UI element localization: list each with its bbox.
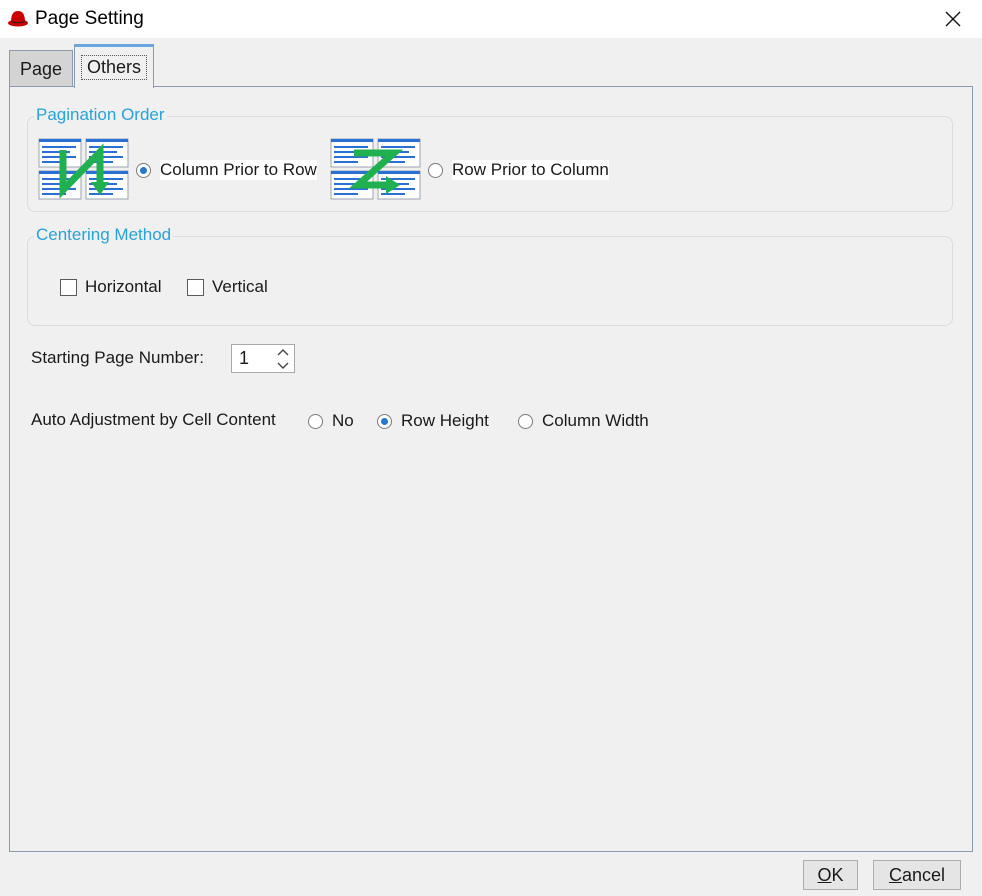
column-prior-to-row-option[interactable]: Column Prior to Row — [136, 160, 317, 180]
auto-adjust-no-option[interactable]: No — [308, 411, 354, 431]
starting-page-spinner[interactable]: 1 — [231, 344, 295, 373]
tab-page[interactable]: Page — [9, 50, 73, 88]
auto-adjust-no-radio[interactable] — [308, 413, 323, 429]
column-prior-to-row-icon — [38, 138, 129, 200]
chevron-up-icon — [277, 348, 289, 355]
auto-adjust-column-width-label: Column Width — [542, 411, 649, 430]
row-prior-to-column-label: Row Prior to Column — [452, 160, 609, 180]
centering-method-group — [27, 236, 953, 326]
cancel-label-rest: ancel — [901, 864, 946, 885]
centering-method-title: Centering Method — [34, 225, 174, 245]
starting-page-label: Starting Page Number: — [31, 348, 204, 367]
tab-page-label: Page — [19, 59, 63, 79]
horizontal-label: Horizontal — [85, 277, 162, 296]
cancel-button[interactable]: Cancel — [873, 860, 961, 890]
vertical-label: Vertical — [212, 277, 268, 296]
auto-adjust-no-label: No — [332, 411, 354, 430]
window-title: Page Setting — [35, 8, 144, 29]
pagination-order-title: Pagination Order — [34, 105, 167, 125]
auto-adjust-column-width-radio[interactable] — [518, 413, 533, 429]
spinner-up-button[interactable] — [272, 345, 294, 359]
chevron-down-icon — [277, 362, 289, 369]
tab-others[interactable]: Others — [74, 44, 154, 88]
redhat-logo-icon — [8, 11, 28, 27]
auto-adjust-column-width-option[interactable]: Column Width — [518, 411, 649, 431]
close-icon — [945, 11, 961, 27]
row-prior-to-column-icon — [330, 138, 421, 200]
vertical-checkbox[interactable] — [187, 278, 204, 296]
ok-mnemonic: O — [817, 864, 832, 885]
column-prior-to-row-label: Column Prior to Row — [160, 160, 317, 180]
starting-page-value[interactable]: 1 — [239, 348, 249, 369]
auto-adjust-row-height-option[interactable]: Row Height — [377, 411, 489, 431]
row-prior-to-column-option[interactable]: Row Prior to Column — [428, 160, 609, 180]
column-prior-to-row-radio[interactable] — [136, 162, 151, 178]
ok-label-rest: K — [831, 864, 844, 885]
vertical-option[interactable]: Vertical — [187, 277, 268, 297]
horizontal-option[interactable]: Horizontal — [60, 277, 162, 297]
row-prior-to-column-radio[interactable] — [428, 162, 443, 178]
spinner-down-button[interactable] — [272, 358, 294, 372]
auto-adjust-label: Auto Adjustment by Cell Content — [31, 410, 276, 429]
close-button[interactable] — [924, 0, 982, 38]
auto-adjust-row-height-radio[interactable] — [377, 413, 392, 429]
cancel-mnemonic: C — [888, 864, 902, 885]
auto-adjust-row-height-label: Row Height — [401, 411, 489, 430]
title-bar: Page Setting — [0, 0, 982, 38]
tab-others-label: Others — [80, 55, 148, 80]
ok-button[interactable]: OK — [803, 860, 858, 890]
horizontal-checkbox[interactable] — [60, 278, 77, 296]
